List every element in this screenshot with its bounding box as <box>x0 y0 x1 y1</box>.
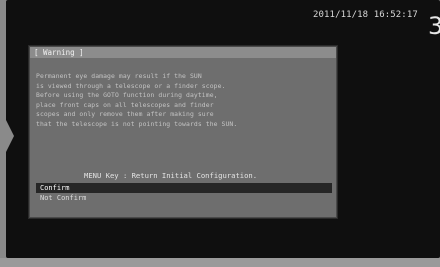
warning-dialog: [ Warning ] Permanent eye damage may res… <box>29 46 337 218</box>
device-frame: 2011/11/18 16:52:17 3 [ Warning ] Perman… <box>0 0 440 267</box>
bottom-bezel <box>0 258 440 267</box>
message-line: scopes and only remove them after making… <box>36 110 214 119</box>
not-confirm-option[interactable]: Not Confirm <box>36 193 332 203</box>
message-line: is viewed through a telescope or a finde… <box>36 81 226 90</box>
message-line: Permanent eye damage may result if the S… <box>36 72 202 80</box>
display-screen: 2011/11/18 16:52:17 3 [ Warning ] Perman… <box>6 0 440 258</box>
warning-message: Permanent eye damage may result if the S… <box>30 58 336 130</box>
previous-arrow-icon <box>0 108 14 164</box>
message-line: Before using the GOTO function during da… <box>36 91 218 100</box>
confirm-option[interactable]: Confirm <box>36 183 332 193</box>
message-line: that the telescope is not pointing towar… <box>36 119 238 128</box>
date-time-readout: 2011/11/18 16:52:17 <box>313 10 418 20</box>
menu-key-hint: MENU Key : Return Initial Configuration. <box>84 171 258 180</box>
message-line: place front caps on all telescopes and f… <box>36 100 214 109</box>
dialog-title: [ Warning ] <box>30 47 336 58</box>
page-number: 3 <box>428 12 440 40</box>
